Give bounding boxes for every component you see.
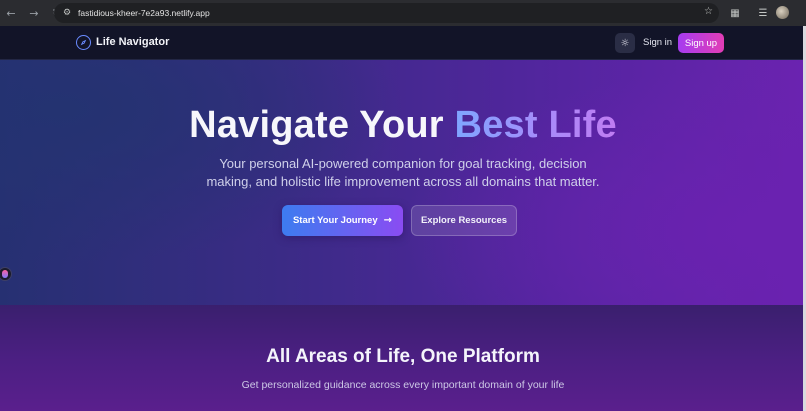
address-bar[interactable]: ⚙ fastidious-kheer-7e2a93.netlify.app ☆ — [54, 3, 719, 23]
hero-title-accent: Best Life — [454, 104, 617, 146]
hero-section: Navigate Your Best Life Your personal AI… — [0, 60, 806, 305]
web-page: Life Navigator ☼ Sign in Sign up Navigat… — [0, 26, 806, 411]
sign-in-link[interactable]: Sign in — [643, 37, 672, 48]
site-header: Life Navigator ☼ Sign in Sign up — [0, 26, 806, 60]
media-controls-icon[interactable]: ☰ — [756, 6, 770, 20]
sign-up-button[interactable]: Sign up — [678, 33, 724, 53]
sun-icon[interactable]: ☼ — [615, 33, 635, 53]
section-title: All Areas of Life, One Platform — [266, 346, 540, 367]
life-areas-section: All Areas of Life, One Platform Get pers… — [0, 305, 806, 411]
url-text[interactable]: fastidious-kheer-7e2a93.netlify.app — [78, 8, 210, 18]
puzzle-icon[interactable]: ▦ — [728, 6, 742, 20]
site-info-icon[interactable]: ⚙ — [60, 6, 74, 20]
compass-icon[interactable] — [76, 35, 91, 50]
explore-resources-button[interactable]: Explore Resources — [411, 205, 517, 236]
section-subtitle: Get personalized guidance across every i… — [241, 379, 565, 391]
start-journey-label: Start Your Journey — [292, 215, 378, 226]
back-arrow-icon[interactable]: ← — [2, 4, 20, 22]
brand-name[interactable]: Life Navigator — [96, 36, 169, 48]
start-journey-button[interactable]: Start Your Journey → — [282, 205, 403, 236]
browser-toolbar: ← → ↻ ⚙ fastidious-kheer-7e2a93.netlify.… — [0, 0, 806, 26]
star-icon[interactable]: ☆ — [704, 6, 713, 17]
hero-title-main: Navigate Your — [189, 104, 455, 146]
hero-title: Navigate Your Best Life — [0, 104, 806, 147]
avatar-icon[interactable] — [776, 6, 789, 19]
forward-arrow-icon[interactable]: → — [25, 4, 43, 22]
arrow-right-icon: → — [383, 215, 393, 226]
hero-subtitle: Your personal AI-powered companion for g… — [206, 156, 600, 189]
